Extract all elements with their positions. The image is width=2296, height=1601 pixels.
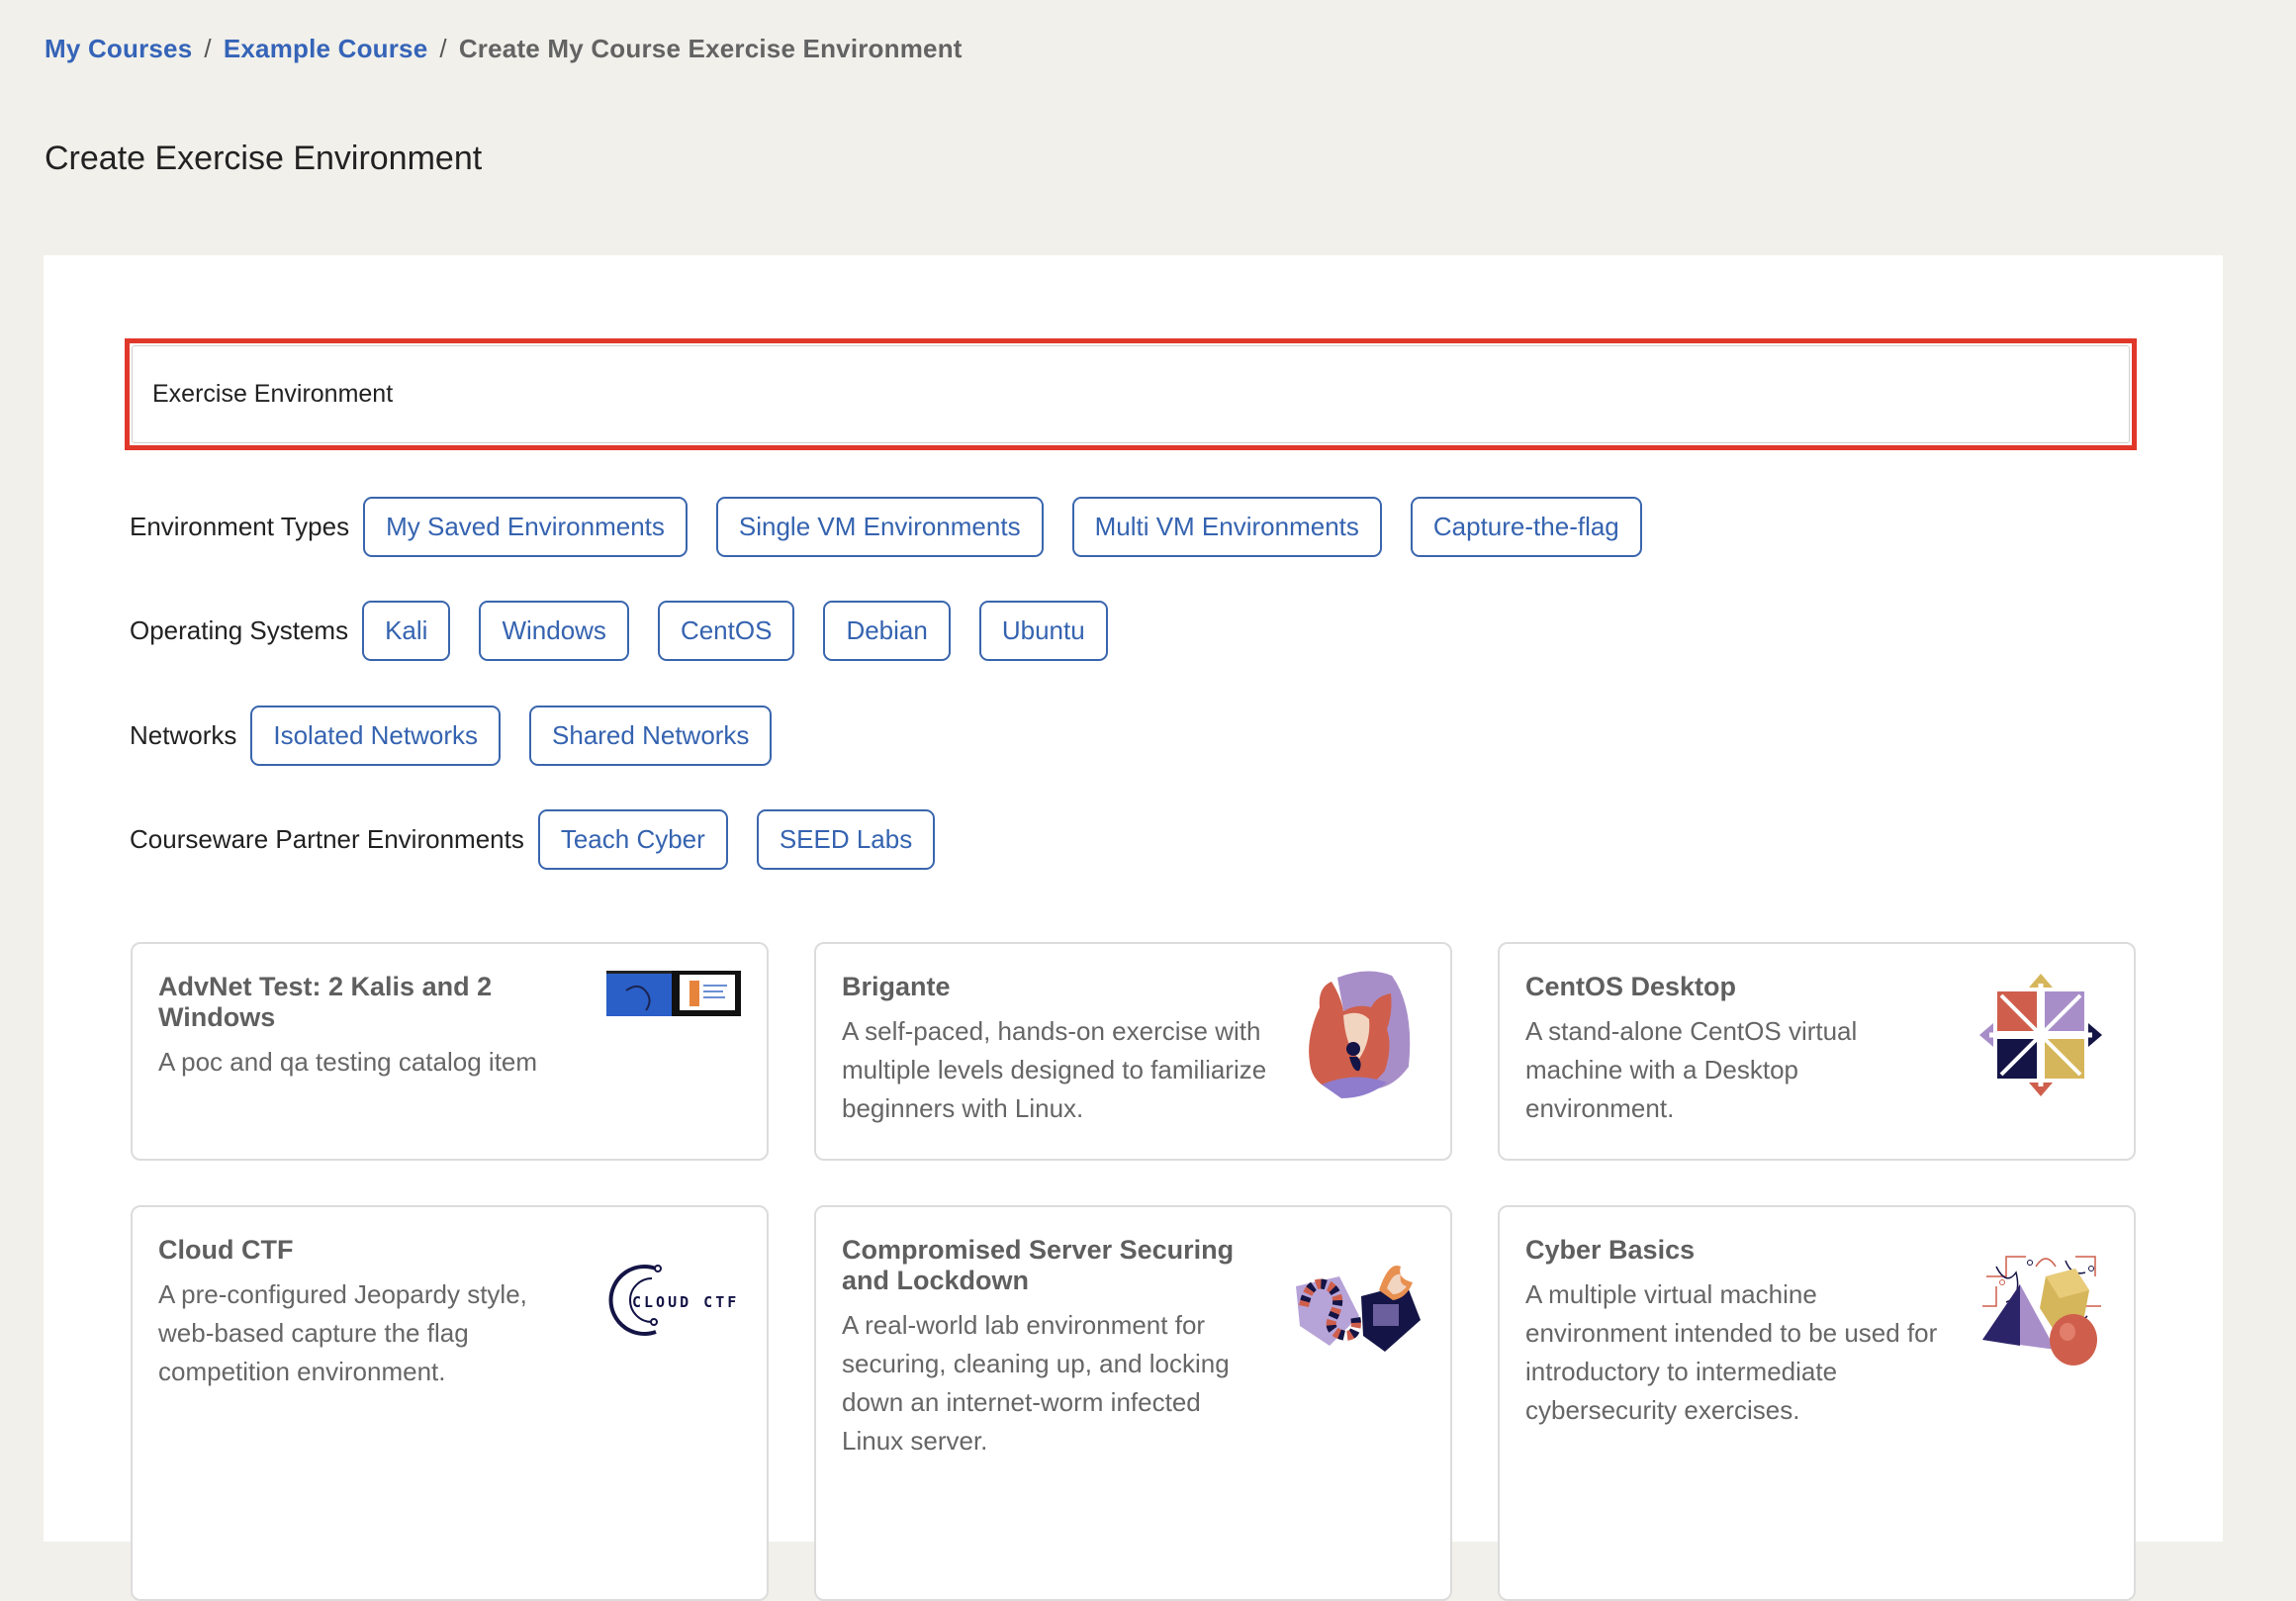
filter-centos[interactable]: CentOS [657,601,795,661]
filter-kali[interactable]: Kali [362,601,451,661]
card-description: A real-world lab environment for securin… [842,1310,1230,1456]
filter-ubuntu[interactable]: Ubuntu [978,601,1108,661]
page-title: Create Exercise Environment [45,140,483,177]
filter-windows[interactable]: Windows [479,601,629,661]
filter-seed-labs[interactable]: SEED Labs [756,809,936,870]
environment-card-cyber-basics[interactable]: Cyber Basics A multiple virtual machine … [1498,1205,2136,1601]
dog-mascot-icon [1290,970,1424,1104]
worm-server-icon [1290,1257,1424,1356]
cloud-ctf-logo-text: CLOUD CTF [632,1293,739,1311]
filter-row-operating-systems: Operating Systems Kali Windows CentOS De… [130,601,1137,661]
breadcrumb-my-courses[interactable]: My Courses [45,34,192,63]
filter-label: Courseware Partner Environments [130,824,524,854]
search-input[interactable] [132,345,2130,443]
card-description: A multiple virtual machine environment i… [1525,1279,1938,1425]
filter-debian[interactable]: Debian [823,601,951,661]
filter-multi-vm-environments[interactable]: Multi VM Environments [1071,497,1382,557]
filter-row-environment-types: Environment Types My Saved Environments … [130,497,1671,557]
cloud-ctf-logo-icon: CLOUD CTF [606,1261,741,1340]
card-title: Brigante [842,972,951,1001]
geometric-shapes-icon [1974,1247,2108,1369]
filter-my-saved-environments[interactable]: My Saved Environments [363,497,688,557]
filter-label: Operating Systems [130,615,349,645]
breadcrumb-example-course[interactable]: Example Course [224,34,428,63]
filter-label: Networks [130,720,237,750]
filter-row-courseware-partners: Courseware Partner Environments Teach Cy… [130,809,964,870]
card-title: AdvNet Test: 2 Kalis and 2 Windows [158,972,493,1032]
breadcrumb-separator: / [439,34,447,63]
environment-card-brigante[interactable]: Brigante A self-paced, hands-on exercise… [814,942,1452,1161]
environment-card-advnet-test[interactable]: AdvNet Test: 2 Kalis and 2 Windows A poc… [131,942,769,1161]
card-title: CentOS Desktop [1525,972,1737,1001]
breadcrumb: My Courses / Example Course / Create My Cour… [45,34,963,64]
filter-capture-the-flag[interactable]: Capture-the-flag [1410,497,1642,557]
breadcrumb-separator: / [204,34,212,63]
card-title: Compromised Server Securing and Lockdown [842,1235,1235,1295]
centos-logo-icon [1974,968,2108,1102]
create-environment-panel: Environment Types My Saved Environments … [44,255,2223,1601]
filter-isolated-networks[interactable]: Isolated Networks [250,706,502,766]
environment-card-centos-desktop[interactable]: CentOS Desktop A stand-alone CentOS virt… [1498,942,2136,1161]
environment-card-cloud-ctf[interactable]: Cloud CTF A pre-configured Jeopardy styl… [131,1205,769,1601]
breadcrumb-current: Create My Course Exercise Environment [458,34,963,63]
filter-single-vm-environments[interactable]: Single VM Environments [715,497,1044,557]
filter-shared-networks[interactable]: Shared Networks [529,706,773,766]
card-description: A self-paced, hands-on exercise with mul… [842,1016,1267,1123]
card-description: A pre-configured Jeopardy style, web-bas… [158,1279,527,1386]
card-description: A poc and qa testing catalog item [158,1047,538,1077]
filter-label: Environment Types [130,512,350,541]
card-description: A stand-alone CentOS virtual machine wit… [1525,1016,1858,1123]
search-highlight [125,338,2137,450]
card-title: Cyber Basics [1525,1235,1696,1265]
card-title: Cloud CTF [158,1235,294,1265]
filter-teach-cyber[interactable]: Teach Cyber [537,809,728,870]
environment-card-compromised-server[interactable]: Compromised Server Securing and Lockdown… [814,1205,1452,1601]
filter-row-networks: Networks Isolated Networks Shared Networ… [130,706,800,766]
desktop-screenshot-icon [606,970,741,1017]
